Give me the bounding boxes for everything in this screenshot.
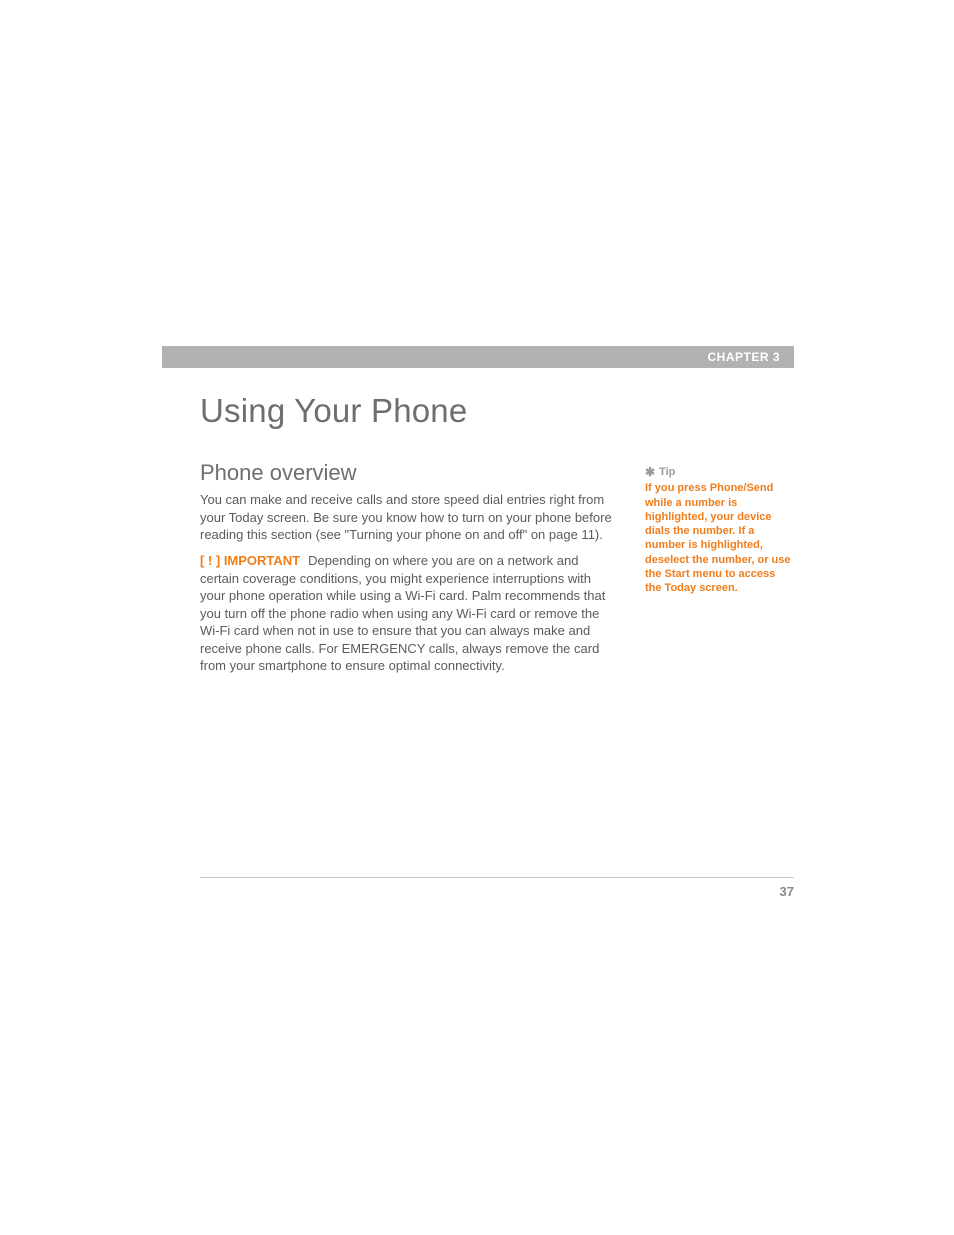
page-number: 37 bbox=[780, 884, 794, 899]
tip-header: ✱ Tip bbox=[645, 465, 793, 479]
footer-divider bbox=[200, 877, 794, 878]
chapter-bar: CHAPTER 3 bbox=[162, 346, 794, 368]
asterisk-icon: ✱ bbox=[645, 466, 655, 478]
intro-paragraph: You can make and receive calls and store… bbox=[200, 491, 618, 544]
tip-body: If you press Phone/Send while a number i… bbox=[645, 481, 793, 595]
important-block: [ ! ] IMPORTANTDepending on where you ar… bbox=[200, 552, 618, 675]
chapter-label: CHAPTER 3 bbox=[707, 350, 780, 364]
tip-sidebar: ✱ Tip If you press Phone/Send while a nu… bbox=[645, 465, 793, 596]
tip-label: Tip bbox=[659, 465, 675, 479]
section-heading: Phone overview bbox=[200, 460, 357, 486]
intro-text: You can make and receive calls and store… bbox=[200, 491, 618, 544]
important-label: [ ! ] IMPORTANT bbox=[200, 553, 300, 568]
important-text: Depending on where you are on a network … bbox=[200, 553, 605, 673]
document-page: CHAPTER 3 Using Your Phone Phone overvie… bbox=[0, 0, 954, 1235]
page-title: Using Your Phone bbox=[200, 392, 467, 430]
